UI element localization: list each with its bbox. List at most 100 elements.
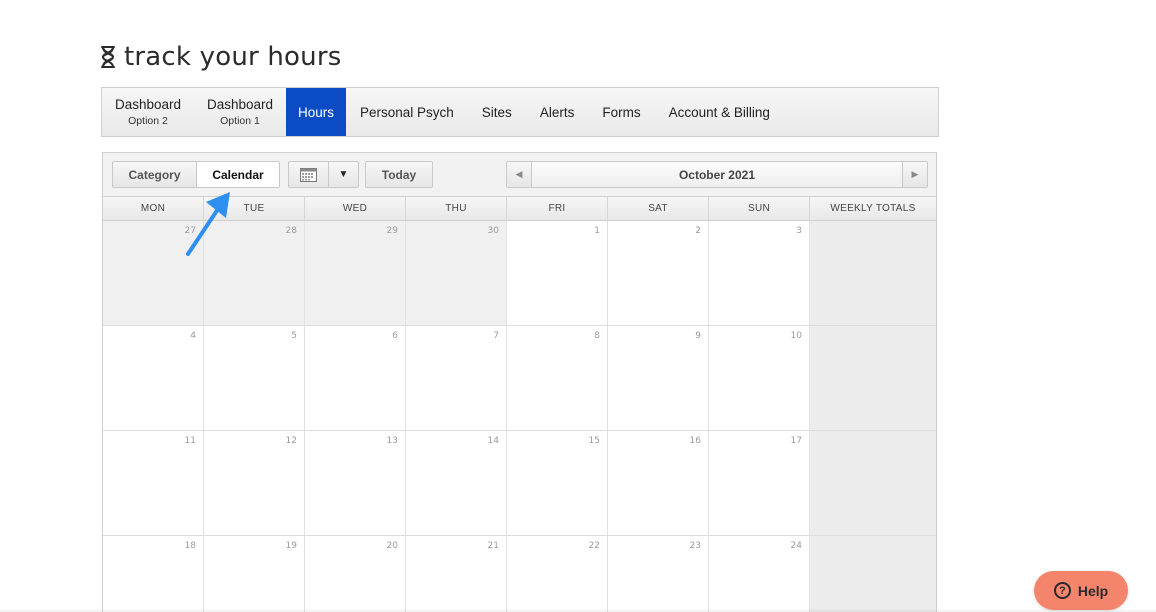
- weekly-total-cell: [810, 431, 936, 535]
- triangle-right-icon[interactable]: ▶: [902, 162, 927, 187]
- day-cell[interactable]: 30: [406, 221, 507, 325]
- day-cell[interactable]: 2: [608, 221, 709, 325]
- help-button[interactable]: ? Help: [1034, 571, 1128, 610]
- calendar-view-button[interactable]: Calendar: [197, 162, 279, 187]
- logo[interactable]: track your hours: [100, 40, 341, 74]
- nav-account-billing[interactable]: Account & Billing: [655, 88, 784, 136]
- nav-label: Account & Billing: [668, 104, 770, 120]
- date-picker-button[interactable]: ▼: [288, 161, 359, 188]
- day-cell[interactable]: 23: [608, 536, 709, 612]
- weekly-totals-header: WEEKLY TOTALS: [830, 203, 916, 214]
- day-cell[interactable]: 3: [709, 221, 810, 325]
- day-number: 14: [487, 436, 499, 446]
- nav-hours[interactable]: Hours: [286, 88, 346, 136]
- calendar-grid: MON TUE WED THU FRI SAT SUN WEEKLY TOTAL…: [103, 196, 936, 612]
- day-cell[interactable]: 1: [507, 221, 608, 325]
- day-number: 12: [285, 436, 297, 446]
- day-number: 21: [487, 541, 499, 551]
- weekday-header: WED: [305, 197, 406, 220]
- day-cell[interactable]: 24: [709, 536, 810, 612]
- day-number: 6: [392, 331, 398, 341]
- day-cell[interactable]: 18: [103, 536, 204, 612]
- day-cell[interactable]: 9: [608, 326, 709, 430]
- weekday-header: SUN: [709, 197, 810, 220]
- day-number: 3: [796, 226, 802, 236]
- day-cell[interactable]: 7: [406, 326, 507, 430]
- day-number: 8: [594, 331, 600, 341]
- weekly-total-cell: [810, 221, 936, 325]
- day-number: 17: [790, 436, 802, 446]
- nav-personal-psych[interactable]: Personal Psych: [346, 88, 468, 136]
- day-cell[interactable]: 22: [507, 536, 608, 612]
- day-cell[interactable]: 6: [305, 326, 406, 430]
- weekday-header: FRI: [507, 197, 608, 220]
- nav-alerts[interactable]: Alerts: [526, 88, 589, 136]
- calendar-week-row: 27 28 29 30 1 2 3: [103, 221, 936, 326]
- day-number: 19: [285, 541, 297, 551]
- day-number: 5: [291, 331, 297, 341]
- day-number: 4: [190, 331, 196, 341]
- day-number: 27: [184, 226, 196, 236]
- logo-text: track your hours: [124, 42, 342, 72]
- day-cell[interactable]: 19: [204, 536, 305, 612]
- month-title: October 2021: [532, 162, 902, 187]
- weekday-header-row: MON TUE WED THU FRI SAT SUN WEEKLY TOTAL…: [103, 196, 936, 221]
- day-cell[interactable]: 28: [204, 221, 305, 325]
- day-number: 7: [493, 331, 499, 341]
- help-label: Help: [1077, 582, 1109, 599]
- calendar-week-row: 11 12 13 14 15 16 17: [103, 431, 936, 536]
- main-nav: Dashboard Option 2 Dashboard Option 1 Ho…: [101, 87, 939, 137]
- day-cell[interactable]: 10: [709, 326, 810, 430]
- caret-down-icon[interactable]: ▼: [329, 162, 358, 187]
- nav-sites[interactable]: Sites: [468, 88, 526, 136]
- category-view-button[interactable]: Category: [113, 162, 197, 187]
- month-navigator: ◀ October 2021 ▶: [506, 161, 928, 188]
- question-circle-icon: ?: [1053, 582, 1071, 599]
- day-cell[interactable]: 11: [103, 431, 204, 535]
- day-cell[interactable]: 17: [709, 431, 810, 535]
- hourglass-icon: [101, 46, 115, 68]
- day-number: 11: [184, 436, 196, 446]
- day-number: 16: [689, 436, 701, 446]
- day-cell[interactable]: 27: [103, 221, 204, 325]
- day-number: 24: [790, 541, 802, 551]
- calendar-week-row: 4 5 6 7 8 9 10: [103, 326, 936, 431]
- weekday-header: TUE: [204, 197, 305, 220]
- day-cell[interactable]: 14: [406, 431, 507, 535]
- calendar-week-row: 18 19 20 21 22 23 24: [103, 536, 936, 612]
- nav-label: Alerts: [539, 104, 575, 120]
- today-button[interactable]: Today: [365, 161, 433, 188]
- day-number: 15: [588, 436, 600, 446]
- view-toggle: Category Calendar: [112, 161, 280, 188]
- day-cell[interactable]: 21: [406, 536, 507, 612]
- day-number: 30: [487, 226, 499, 236]
- day-cell[interactable]: 13: [305, 431, 406, 535]
- weekday-header: SAT: [608, 197, 709, 220]
- day-cell[interactable]: 20: [305, 536, 406, 612]
- day-cell[interactable]: 4: [103, 326, 204, 430]
- day-cell[interactable]: 29: [305, 221, 406, 325]
- calendar-toolbar: Category Calendar ▼ Today ◀ October 2021…: [103, 153, 936, 196]
- nav-sublabel: Option 1: [220, 115, 260, 127]
- triangle-left-icon[interactable]: ◀: [507, 162, 532, 187]
- day-number: 9: [695, 331, 701, 341]
- nav-dashboard-option-2[interactable]: Dashboard Option 2: [102, 88, 194, 136]
- page-bottom-shadow: [0, 608, 1156, 612]
- nav-dashboard-option-1[interactable]: Dashboard Option 1: [194, 88, 286, 136]
- nav-label: Forms: [602, 104, 641, 120]
- weekday-header: THU: [406, 197, 507, 220]
- day-number: 22: [588, 541, 600, 551]
- day-cell[interactable]: 12: [204, 431, 305, 535]
- weekday-header: MON: [103, 197, 204, 220]
- nav-label: Personal Psych: [360, 104, 454, 120]
- day-number: 18: [184, 541, 196, 551]
- calendar-icon[interactable]: [289, 162, 329, 187]
- weekly-total-cell: [810, 326, 936, 430]
- nav-sublabel: Option 2: [128, 115, 168, 127]
- weekly-total-cell: [810, 536, 936, 612]
- day-cell[interactable]: 5: [204, 326, 305, 430]
- day-cell[interactable]: 16: [608, 431, 709, 535]
- nav-forms[interactable]: Forms: [588, 88, 654, 136]
- day-cell[interactable]: 15: [507, 431, 608, 535]
- day-cell[interactable]: 8: [507, 326, 608, 430]
